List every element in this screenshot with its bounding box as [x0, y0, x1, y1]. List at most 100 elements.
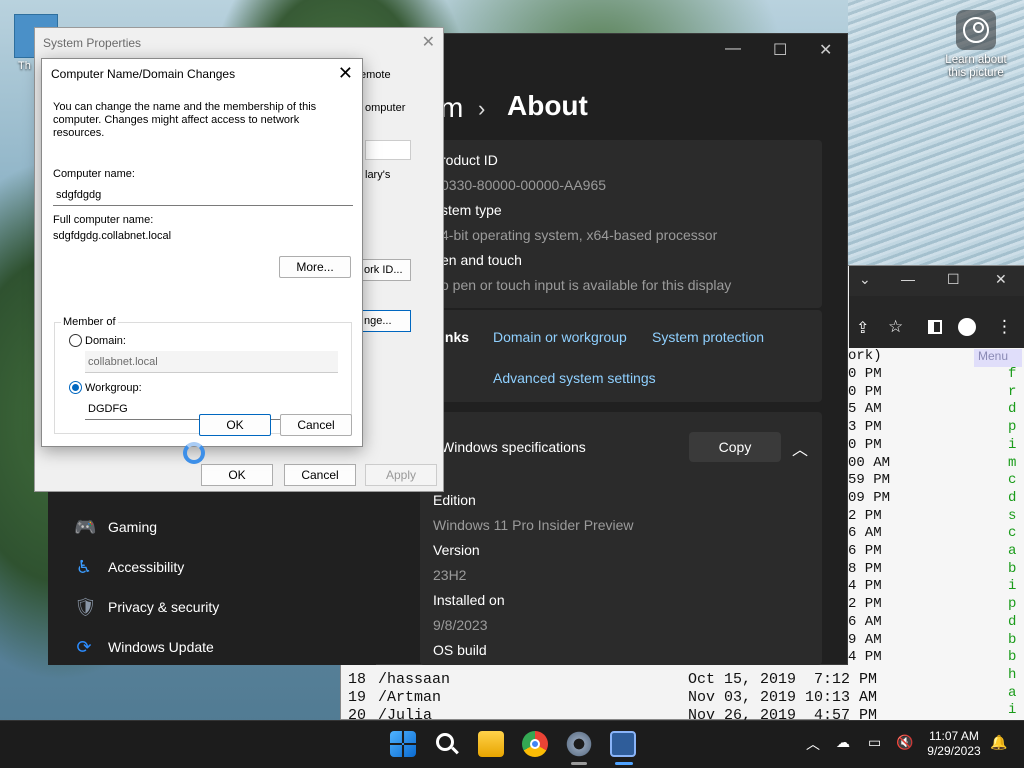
more-button[interactable]: More...: [279, 256, 351, 278]
spec-value[interactable]: 9/8/2023: [433, 617, 488, 633]
close-icon[interactable]: ✕: [995, 271, 1007, 288]
terminal-time-fragment: 6 AM: [848, 525, 882, 542]
terminal-time-fragment: 09 PM: [848, 489, 891, 506]
pen-touch-value[interactable]: o pen or touch input is available for th…: [441, 277, 731, 293]
terminal-green-fragment: s: [1008, 507, 1017, 524]
domain-workgroup-link[interactable]: Domain or workgroup: [493, 329, 627, 345]
spec-value[interactable]: Windows 11 Pro Insider Preview: [433, 517, 633, 533]
terminal-time-fragment: 3 PM: [848, 419, 882, 436]
terminal-row-name[interactable]: /Artman: [378, 689, 441, 706]
advanced-system-settings-link[interactable]: Advanced system settings: [493, 370, 656, 386]
close-icon[interactable]: ✕: [422, 32, 435, 52]
terminal-time-fragment: 6 PM: [848, 543, 882, 559]
terminal-time-fragment: 6 AM: [848, 613, 882, 630]
share-icon[interactable]: ⇪: [856, 318, 869, 338]
terminal-titlebar: ⌄ — ☐ ✕: [849, 266, 1024, 296]
system-clock[interactable]: 11:07 AM 9/29/2023: [920, 729, 988, 759]
file-explorer-icon[interactable]: [478, 731, 504, 757]
chevron-up-icon[interactable]: ︿: [806, 734, 820, 754]
ok-button[interactable]: OK: [199, 414, 271, 436]
profile-icon[interactable]: [958, 318, 976, 336]
terminal-time-fragment: 0 PM: [848, 383, 882, 400]
terminal-row-number: 19: [348, 689, 367, 706]
maximize-icon[interactable]: ☐: [773, 40, 787, 60]
terminal-green-fragment: f: [1008, 366, 1017, 382]
nav-item-privacy-security[interactable]: Privacy & security: [108, 599, 219, 615]
computer-name-dialog[interactable]: Computer Name/Domain Changes ✕ You can c…: [41, 58, 363, 447]
computer-description-input[interactable]: [365, 140, 411, 160]
network-id-button[interactable]: ork ID...: [361, 259, 411, 281]
accessibility-icon: ♿: [75, 557, 93, 577]
terminal-row-number: 18: [348, 671, 367, 688]
onedrive-icon[interactable]: ☁: [836, 734, 850, 751]
learn-about-label[interactable]: Learn about this picture: [940, 54, 1012, 80]
system-type-value[interactable]: 4-bit operating system, x64-based proces…: [441, 227, 717, 243]
desktop-icon-label[interactable]: Th: [18, 60, 31, 72]
change-button[interactable]: nge...: [361, 310, 411, 332]
terminal-green-fragment: b: [1008, 631, 1017, 648]
dialog-title: Computer Name/Domain Changes: [51, 67, 236, 81]
sidebar-icon[interactable]: [928, 320, 942, 334]
terminal-time-fragment: 2 PM: [848, 596, 882, 613]
minimize-icon[interactable]: —: [725, 40, 741, 58]
apply-button[interactable]: Apply: [365, 464, 437, 486]
dialog-description: You can change the name and the membersh…: [53, 101, 317, 139]
maximize-icon[interactable]: ☐: [947, 271, 960, 288]
close-icon[interactable]: ✕: [819, 40, 832, 60]
terminal-green-fragment: m: [1008, 454, 1017, 471]
terminal-green-fragment: i: [1008, 702, 1017, 719]
computer-description-fragment: omputer: [365, 102, 406, 114]
full-name-value: sdgfdgdg.collabnet.local: [53, 230, 172, 242]
domain-input[interactable]: collabnet.local: [85, 351, 338, 373]
ok-button[interactable]: OK: [201, 464, 273, 486]
learn-about-picture[interactable]: Learn about this picture: [940, 10, 1012, 80]
volume-muted-icon[interactable]: 🔇: [896, 734, 913, 751]
terminal-time-fragment: 0 PM: [848, 366, 882, 382]
workgroup-radio[interactable]: [69, 381, 82, 394]
breadcrumb-separator: ›: [478, 96, 486, 121]
spec-label: Version: [433, 542, 480, 558]
minimize-icon[interactable]: —: [901, 271, 915, 287]
camera-info-icon[interactable]: [956, 10, 996, 50]
settings-icon[interactable]: [566, 731, 592, 757]
nav-item-accessibility[interactable]: Accessibility: [108, 559, 184, 575]
member-of-label: Member of: [61, 316, 118, 328]
chevron-down-icon[interactable]: ⌄: [859, 271, 871, 288]
terminal-header-fragment: ork): [848, 348, 882, 364]
more-menu-icon[interactable]: ⋮: [996, 317, 1013, 337]
nav-item-windows-update[interactable]: Windows Update: [108, 639, 214, 655]
workgroup-label[interactable]: Workgroup:: [85, 382, 142, 395]
terminal-green-fragment: i: [1008, 436, 1017, 453]
terminal-menu[interactable]: Menu: [974, 349, 1022, 367]
system-protection-link[interactable]: System protection: [652, 329, 764, 345]
cancel-button[interactable]: Cancel: [280, 414, 352, 436]
dialog-body: You can change the name and the membersh…: [42, 89, 362, 446]
terminal-time-fragment: 9 AM: [848, 631, 882, 648]
copy-button[interactable]: Copy: [689, 432, 781, 462]
remote-desktop-icon[interactable]: [610, 731, 636, 757]
terminal-row-date: Oct 15, 2019 7:12 PM: [688, 671, 878, 688]
computer-name-input[interactable]: sdgfdgdg: [53, 184, 353, 206]
chevron-up-icon[interactable]: ︿: [792, 436, 808, 460]
remote-active-indicator: [615, 762, 633, 765]
clock-time: 11:07 AM: [929, 729, 979, 743]
display-icon[interactable]: ▭: [868, 734, 881, 751]
terminal-green-fragment: d: [1008, 613, 1017, 630]
terminal-time-fragment: 4 PM: [848, 649, 882, 666]
terminal-green-fragment: r: [1008, 383, 1017, 400]
tab-remote[interactable]: emote: [360, 69, 391, 81]
nav-item-gaming[interactable]: Gaming: [108, 519, 157, 535]
windows-specs-title: Windows specifications: [441, 439, 586, 455]
spec-value[interactable]: 23H2: [433, 567, 466, 583]
close-icon[interactable]: ✕: [338, 63, 353, 84]
product-id-value[interactable]: 0330-80000-00000-AA965: [441, 177, 606, 193]
terminal-time-fragment: 4 PM: [848, 578, 882, 595]
example-fragment: lary's: [365, 169, 391, 181]
notification-bell-icon[interactable]: 🔔: [990, 734, 1007, 751]
cancel-button[interactable]: Cancel: [284, 464, 356, 486]
star-icon[interactable]: ☆: [888, 317, 903, 337]
domain-radio[interactable]: [69, 334, 82, 347]
domain-label[interactable]: Domain:: [85, 335, 126, 348]
terminal-time-fragment: 59 PM: [848, 472, 891, 489]
terminal-row-name[interactable]: /hassaan: [378, 671, 450, 688]
